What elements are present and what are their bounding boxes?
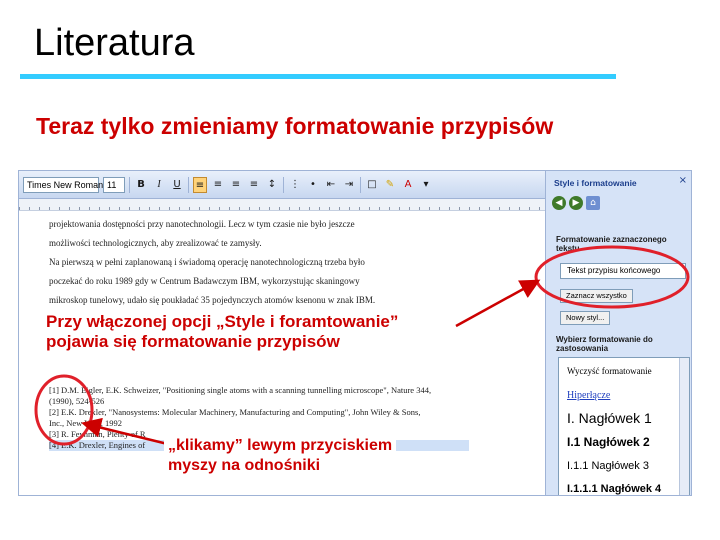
slide-subtitle: Teraz tylko zmieniamy formatowanie przyp…: [36, 113, 554, 139]
click-note-line: myszy na odnośniki: [168, 457, 321, 474]
selected-formatting-label: Formatowanie zaznaczonego tekstu: [556, 235, 667, 253]
back-icon[interactable]: ◀: [552, 196, 566, 210]
document-paragraph: projektowania dostępności przy nanotechn…: [49, 219, 355, 229]
bold-button[interactable]: B: [134, 177, 148, 193]
style-list: Wyczyść formatowanie Hiperłącze I. Nagłó…: [558, 357, 690, 495]
home-icon[interactable]: ⌂: [586, 196, 600, 210]
underline-button[interactable]: U: [170, 177, 184, 193]
styles-note-line: pojawia się formatowanie przypisów: [46, 332, 340, 351]
increase-indent-icon[interactable]: ⇥: [342, 177, 356, 193]
horizontal-ruler[interactable]: [19, 199, 545, 211]
pane-nav: ◀ ▶ ⌂: [552, 196, 600, 210]
click-note-line: „klikamy” lewym przyciskiem: [168, 437, 393, 454]
styles-pane-title: Style i formatowanie: [554, 178, 637, 188]
font-size-combo[interactable]: 11: [103, 176, 125, 193]
toolbar-separator: [188, 176, 189, 193]
style-item-clear[interactable]: Wyczyść formatowanie: [567, 366, 652, 376]
document-body[interactable]: projektowania dostępności przy nanotechn…: [49, 215, 469, 310]
document-paragraph: poczekać do roku 1989 gdy w Centrum Bada…: [49, 276, 360, 286]
style-item-hyperlink[interactable]: Hiperłącze: [567, 390, 610, 401]
document-paragraph: możliwości technologicznych, aby zrealiz…: [49, 238, 262, 248]
slide-title: Literatura: [34, 22, 195, 64]
document-paragraph: Na pierwszą w pełni zaplanowaną i świado…: [49, 257, 365, 267]
style-list-scrollbar[interactable]: [679, 358, 689, 495]
click-instruction-note: „klikamy” lewym przyciskiem myszy na odn…: [164, 436, 397, 476]
selected-style-box[interactable]: Tekst przypisu końcowego: [560, 263, 686, 279]
endnote-line: Inc., New York, 1992: [49, 418, 122, 428]
document-paragraph: mikroskop tunelowy, udało się poukładać …: [49, 295, 376, 305]
decrease-indent-icon[interactable]: ⇤: [324, 177, 338, 193]
formatting-toolbar: Times New Roman 11 B I U ≡ ≡ ≡ ≡ ↕ ⋮ • ⇤…: [19, 171, 545, 199]
endnote-line[interactable]: [2] E.K. Drexler, "Nanosystems: Molecula…: [49, 407, 469, 418]
toolbar-options-icon[interactable]: ▾: [419, 177, 433, 193]
forward-icon[interactable]: ▶: [569, 196, 583, 210]
close-icon[interactable]: ×: [679, 175, 687, 186]
align-left-icon[interactable]: ≡: [193, 176, 207, 193]
align-center-icon[interactable]: ≡: [211, 177, 225, 193]
align-right-icon[interactable]: ≡: [229, 177, 243, 193]
style-item-heading-1[interactable]: I. Nagłówek 1¶: [567, 410, 686, 426]
line-spacing-icon[interactable]: ↕: [265, 177, 279, 193]
endnote-line: (1990), 524-526: [49, 396, 105, 406]
justify-icon[interactable]: ≡: [247, 177, 261, 193]
styles-option-note: Przy włączonej opcji „Style i foramtowan…: [44, 312, 403, 352]
toolbar-separator: [360, 176, 361, 193]
select-all-button[interactable]: Zaznacz wszystko: [560, 289, 633, 303]
bullets-icon[interactable]: •: [306, 177, 320, 193]
apply-formatting-label: Wybierz formatowanie do zastosowania: [556, 335, 653, 353]
style-item-heading-2[interactable]: I.1 Nagłówek 2¶: [567, 435, 686, 449]
font-name-combo[interactable]: Times New Roman: [23, 176, 103, 193]
styles-task-pane: Style i formatowanie × ◀ ▶ ⌂ Formatowani…: [545, 171, 691, 495]
new-style-button[interactable]: Nowy styl...: [560, 311, 611, 325]
font-color-icon[interactable]: A: [401, 177, 415, 193]
highlight-icon[interactable]: ✎: [383, 177, 397, 193]
endnote-line[interactable]: [1] D.M. Eigler, E.K. Schweizer, "Positi…: [49, 385, 469, 396]
toolbar-separator: [283, 176, 284, 193]
border-icon[interactable]: □: [365, 177, 379, 193]
styles-note-line: Przy włączonej opcji „Style i foramtowan…: [46, 312, 399, 331]
style-item-heading-4[interactable]: I.1.1.1 Nagłówek 4¶: [567, 483, 686, 495]
title-underline: [20, 74, 616, 79]
numbering-icon[interactable]: ⋮: [288, 177, 302, 193]
italic-button[interactable]: I: [152, 177, 166, 193]
style-item-heading-3[interactable]: I.1.1 Nagłówek 3¶: [567, 460, 686, 472]
toolbar-separator: [129, 176, 130, 193]
